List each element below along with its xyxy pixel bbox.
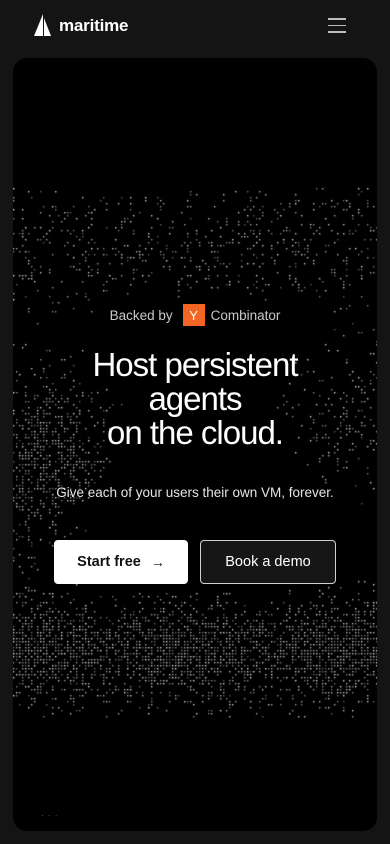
sail-logo-icon bbox=[34, 14, 51, 36]
hero-headline: Host persistent agents on the cloud. bbox=[13, 348, 377, 450]
hero-subheadline: Give each of your users their own VM, fo… bbox=[56, 485, 334, 500]
start-free-label: Start free bbox=[77, 554, 141, 570]
y-combinator-name: Combinator bbox=[210, 307, 281, 323]
hero-section: Backed by Y Combinator Host persistent a… bbox=[13, 58, 377, 831]
y-combinator-logo-icon: Y bbox=[182, 304, 205, 326]
headline-line-3: on the cloud. bbox=[107, 414, 284, 451]
arrow-right-icon: → bbox=[150, 554, 165, 570]
headline-line-1: Host persistent bbox=[92, 346, 298, 383]
book-demo-button[interactable]: Book a demo bbox=[200, 540, 336, 584]
backed-by-badge: Backed by Y Combinator bbox=[13, 304, 377, 326]
backed-by-label: Backed by bbox=[109, 307, 173, 323]
brand-logo[interactable]: maritime bbox=[32, 14, 128, 38]
page: maritime Backed by Y Combinator Host per… bbox=[0, 0, 390, 844]
hamburger-menu-icon[interactable] bbox=[328, 17, 346, 33]
decorative-dots: · · · bbox=[41, 811, 59, 820]
brand-name: maritime bbox=[59, 16, 129, 35]
top-nav: maritime bbox=[0, 0, 390, 52]
start-free-button[interactable]: Start free → bbox=[54, 540, 188, 584]
book-demo-label: Book a demo bbox=[225, 554, 311, 570]
headline-line-2: agents bbox=[148, 380, 242, 417]
